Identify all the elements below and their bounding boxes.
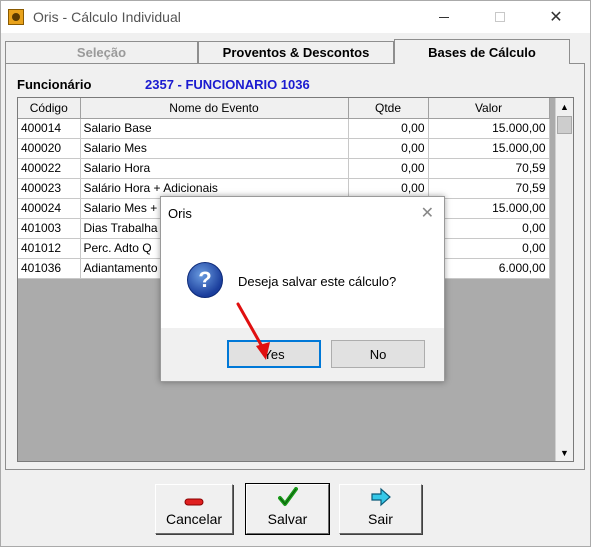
no-button[interactable]: No [331,340,425,368]
cell-codigo: 400022 [18,158,81,179]
cell-valor: 70,59 [428,178,550,199]
cell-valor: 15.000,00 [428,198,550,219]
scroll-up-icon[interactable]: ▲ [556,98,573,115]
cancel-label: Cancelar [165,511,223,527]
table-row[interactable]: 400023 Salário Hora + Adicionais 0,00 70… [18,178,550,199]
minimize-button[interactable] [421,1,467,33]
employee-value: 2357 - FUNCIONARIO 1036 [145,77,310,92]
cell-qtde: 0,00 [348,138,429,159]
cell-valor: 6.000,00 [428,258,550,279]
annotation-arrow-icon [236,302,270,360]
cell-codigo: 400014 [18,118,81,139]
cell-codigo: 400020 [18,138,81,159]
exit-button[interactable]: Sair [339,484,422,534]
cell-valor: 0,00 [428,218,550,239]
cell-qtde: 0,00 [348,178,429,199]
save-label: Salvar [267,511,308,527]
question-icon: ? [187,262,223,298]
cell-codigo: 401036 [18,258,81,279]
title-bar: Oris - Cálculo Individual ✕ [1,1,590,33]
cell-valor: 15.000,00 [428,118,550,139]
tab-label: Bases de Cálculo [428,44,536,60]
employee-label: Funcionário [17,77,92,92]
dialog-title-bar: Oris ✕ [161,197,444,228]
cell-codigo: 401012 [18,238,81,259]
close-icon: ✕ [549,9,563,26]
cell-qtde: 0,00 [348,118,429,139]
dialog-title: Oris [168,206,192,221]
close-button[interactable]: ✕ [533,1,579,33]
cell-nome: Salario Mes [80,138,349,159]
confirm-dialog: Oris ✕ ? Deseja salvar este cálculo? Yes… [160,196,445,382]
cell-nome: Salário Hora + Adicionais [80,178,349,199]
maximize-button[interactable] [477,1,523,33]
col-header-codigo[interactable]: Código [18,98,81,119]
cell-codigo: 400024 [18,198,81,219]
window-title: Oris - Cálculo Individual [33,9,181,25]
arrow-right-icon [370,487,391,507]
dialog-close-icon[interactable]: ✕ [421,203,434,223]
tab-strip: Seleção Proventos & Descontos Bases de C… [5,39,585,64]
tab-label: Proventos & Descontos [222,45,370,60]
minus-icon [184,498,204,506]
table-row[interactable]: 400022 Salario Hora 0,00 70,59 [18,158,550,179]
col-header-qtde[interactable]: Qtde [348,98,429,119]
scroll-thumb[interactable] [557,116,572,134]
cell-valor: 15.000,00 [428,138,550,159]
dialog-footer: Yes No [161,328,444,381]
dialog-message: Deseja salvar este cálculo? [238,274,397,289]
minimize-icon [439,16,449,18]
header-row: Código Nome do Evento Qtde Valor [18,98,550,119]
tab-bases-de-calculo[interactable]: Bases de Cálculo [394,39,570,64]
app-icon [8,9,24,25]
cell-codigo: 401003 [18,218,81,239]
cell-nome: Salario Base [80,118,349,139]
scroll-down-icon[interactable]: ▼ [556,444,573,461]
cell-valor: 0,00 [428,238,550,259]
tab-label: Seleção [76,45,127,60]
maximize-icon [495,12,505,22]
cell-codigo: 400023 [18,178,81,199]
cell-nome: Salario Hora [80,158,349,179]
table-row[interactable]: 400014 Salario Base 0,00 15.000,00 [18,118,550,139]
table-row[interactable]: 400020 Salario Mes 0,00 15.000,00 [18,138,550,159]
cell-qtde: 0,00 [348,158,429,179]
cancel-button[interactable]: Cancelar [155,484,233,534]
tab-selecao[interactable]: Seleção [5,41,198,63]
save-button[interactable]: Salvar [245,483,330,535]
col-header-valor[interactable]: Valor [428,98,550,119]
tab-proventos-descontos[interactable]: Proventos & Descontos [198,41,394,63]
exit-label: Sair [368,511,393,527]
checkmark-icon [277,487,298,506]
dialog-body: ? Deseja salvar este cálculo? [161,228,444,328]
cell-valor: 70,59 [428,158,550,179]
vertical-scrollbar[interactable]: ▲ ▼ [555,98,573,461]
col-header-nome[interactable]: Nome do Evento [80,98,349,119]
